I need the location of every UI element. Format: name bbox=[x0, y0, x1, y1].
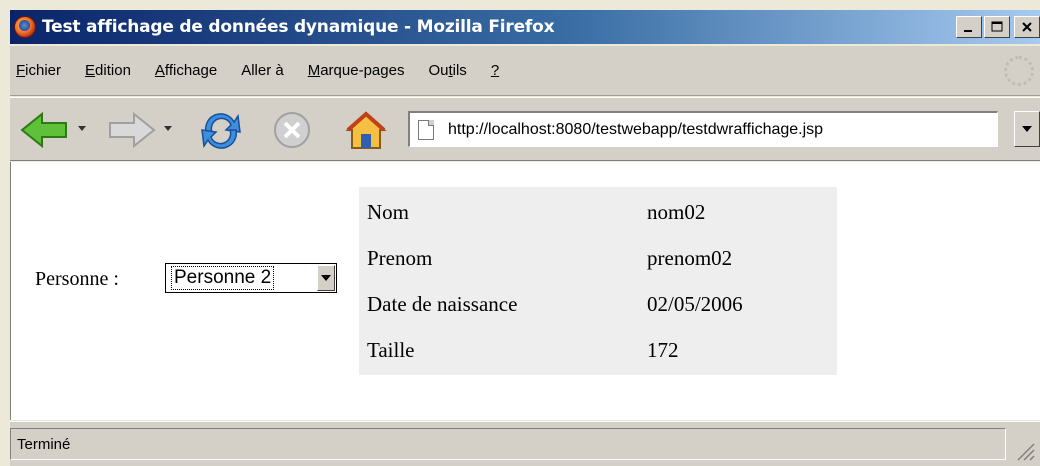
firefox-logo-icon bbox=[14, 16, 36, 38]
page-icon bbox=[418, 119, 434, 140]
row-label: Taille bbox=[367, 337, 415, 362]
maximize-icon bbox=[991, 21, 1003, 32]
person-select-value: Personne 2 bbox=[171, 266, 275, 290]
menu-fichier[interactable]: Fichier bbox=[16, 62, 61, 79]
menu-aller-a[interactable]: Aller à bbox=[241, 62, 284, 79]
title-bar[interactable]: Test affichage de données dynamique - Mo… bbox=[10, 10, 1040, 44]
table-row: Date de naissance 02/05/2006 bbox=[367, 281, 827, 327]
window-controls bbox=[956, 16, 1040, 38]
back-history-dropdown[interactable] bbox=[78, 126, 86, 131]
minimize-icon bbox=[964, 30, 972, 32]
table-row: Taille 172 bbox=[367, 327, 827, 373]
chevron-down-icon bbox=[1022, 126, 1032, 132]
minimize-button[interactable] bbox=[956, 16, 982, 38]
stop-icon[interactable] bbox=[272, 110, 316, 150]
chevron-down-icon bbox=[321, 275, 331, 281]
status-panel: Terminé bbox=[10, 428, 1006, 460]
person-select-button[interactable] bbox=[317, 265, 335, 291]
home-icon[interactable] bbox=[344, 110, 392, 150]
row-label: Date de naissance bbox=[367, 291, 518, 316]
menu-help[interactable]: ? bbox=[491, 62, 499, 79]
menu-bar: Fichier Edition Affichage Aller à Marque… bbox=[10, 46, 1040, 96]
url-bar[interactable]: http://localhost:8080/testwebapp/testdwr… bbox=[408, 111, 998, 147]
browser-window: Test affichage de données dynamique - Mo… bbox=[0, 0, 1040, 466]
close-button[interactable] bbox=[1014, 16, 1040, 38]
row-label: Nom bbox=[367, 199, 409, 224]
row-value: prenom02 bbox=[647, 245, 733, 270]
status-text: Terminé bbox=[17, 435, 71, 453]
table-row: Prenom prenom02 bbox=[367, 235, 827, 281]
throbber-icon bbox=[1004, 56, 1034, 86]
forward-icon[interactable] bbox=[106, 110, 156, 150]
row-value: 172 bbox=[647, 337, 679, 362]
reload-icon[interactable] bbox=[198, 110, 244, 150]
resize-grip-icon[interactable] bbox=[1014, 440, 1036, 462]
status-bar: Terminé bbox=[10, 421, 1040, 466]
forward-history-dropdown[interactable] bbox=[164, 126, 172, 131]
window-title: Test affichage de données dynamique - Mo… bbox=[42, 17, 555, 37]
row-label: Prenom bbox=[367, 245, 433, 270]
close-icon bbox=[1022, 22, 1032, 32]
back-icon[interactable] bbox=[20, 110, 70, 150]
maximize-button[interactable] bbox=[984, 16, 1010, 38]
menu-edition[interactable]: Edition bbox=[85, 62, 131, 79]
person-details-table: Nom nom02 Prenom prenom02 Date de naissa… bbox=[359, 187, 837, 375]
row-value: nom02 bbox=[647, 199, 706, 224]
menu-outils[interactable]: Outils bbox=[428, 62, 466, 79]
url-input[interactable]: http://localhost:8080/testwebapp/testdwr… bbox=[448, 121, 823, 139]
navigation-toolbar: http://localhost:8080/testwebapp/testdwr… bbox=[10, 97, 1040, 161]
table-row: Nom nom02 bbox=[367, 189, 827, 235]
page-content: Personne : Personne 2 Nom nom02 Prenom p… bbox=[10, 162, 1040, 420]
menu-affichage[interactable]: Affichage bbox=[155, 62, 217, 79]
person-select[interactable]: Personne 2 bbox=[165, 263, 337, 293]
menu-marque-pages[interactable]: Marque-pages bbox=[308, 62, 405, 79]
url-history-dropdown[interactable] bbox=[1014, 111, 1040, 147]
person-label: Personne : bbox=[35, 268, 119, 290]
row-value: 02/05/2006 bbox=[647, 291, 743, 316]
